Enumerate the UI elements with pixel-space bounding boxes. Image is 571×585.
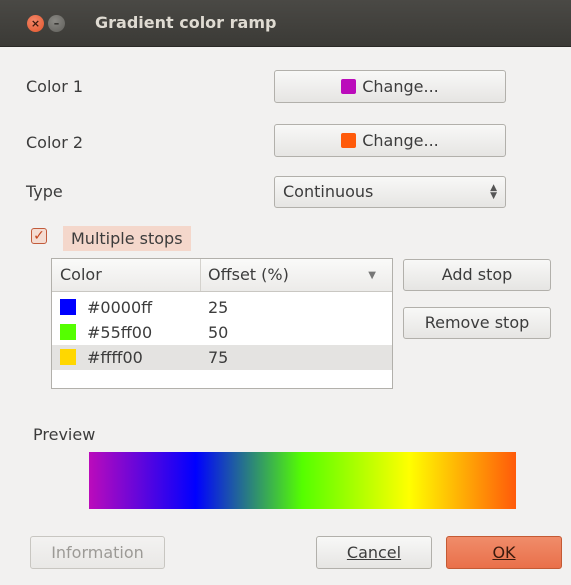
minimize-icon[interactable]: –: [48, 15, 65, 32]
stop-color-hex: #0000ff: [87, 298, 153, 317]
type-select[interactable]: Continuous ▲ ▼: [274, 176, 506, 208]
ok-button[interactable]: OK: [446, 536, 562, 569]
type-select-value: Continuous: [283, 182, 374, 201]
color2-change-label: Change...: [362, 131, 439, 150]
cancel-button-label: Cancel: [346, 543, 402, 562]
color1-change-button[interactable]: Change...: [274, 70, 506, 103]
stops-table[interactable]: Color Offset (%) ▼ #0000ff 25 #55ff00 50…: [51, 258, 393, 389]
color2-swatch: [341, 133, 357, 148]
stop-offset: 75: [208, 348, 229, 367]
color1-label: Color 1: [26, 77, 84, 96]
table-row[interactable]: #55ff00 50: [52, 320, 392, 345]
color2-change-button[interactable]: Change...: [274, 124, 506, 157]
window-title: Gradient color ramp: [95, 13, 277, 32]
title-bar: × – Gradient color ramp: [0, 0, 571, 47]
table-row-selected[interactable]: #ffff00 75: [52, 345, 392, 370]
gradient-preview: [89, 452, 516, 509]
ok-button-label: OK: [492, 543, 516, 562]
stop-color-hex: #55ff00: [87, 323, 153, 342]
close-icon[interactable]: ×: [27, 15, 44, 32]
sort-down-icon: ▼: [368, 270, 376, 281]
table-header: Color Offset (%) ▼: [52, 259, 392, 292]
type-label: Type: [26, 182, 63, 201]
stop-offset: 50: [208, 323, 229, 342]
updown-arrows-icon: ▲ ▼: [490, 183, 497, 201]
color1-change-label: Change...: [362, 77, 439, 96]
stop-offset: 25: [208, 298, 229, 317]
multiple-stops-label[interactable]: Multiple stops: [63, 226, 191, 251]
color1-swatch: [341, 79, 357, 94]
multiple-stops-checkbox[interactable]: ✓: [31, 228, 47, 244]
color2-label: Color 2: [26, 133, 84, 152]
stop-swatch: [60, 324, 76, 340]
stop-swatch: [60, 349, 76, 365]
stop-swatch: [60, 299, 76, 315]
preview-label: Preview: [33, 425, 96, 444]
table-row[interactable]: #0000ff 25: [52, 295, 392, 320]
stop-color-hex: #ffff00: [87, 348, 143, 367]
column-header-offset[interactable]: Offset (%): [208, 265, 289, 284]
remove-stop-button[interactable]: Remove stop: [403, 307, 551, 339]
column-header-color[interactable]: Color: [60, 265, 102, 284]
information-button[interactable]: Information: [30, 536, 165, 569]
column-divider: [200, 259, 201, 291]
cancel-button[interactable]: Cancel: [316, 536, 432, 569]
add-stop-button[interactable]: Add stop: [403, 259, 551, 291]
